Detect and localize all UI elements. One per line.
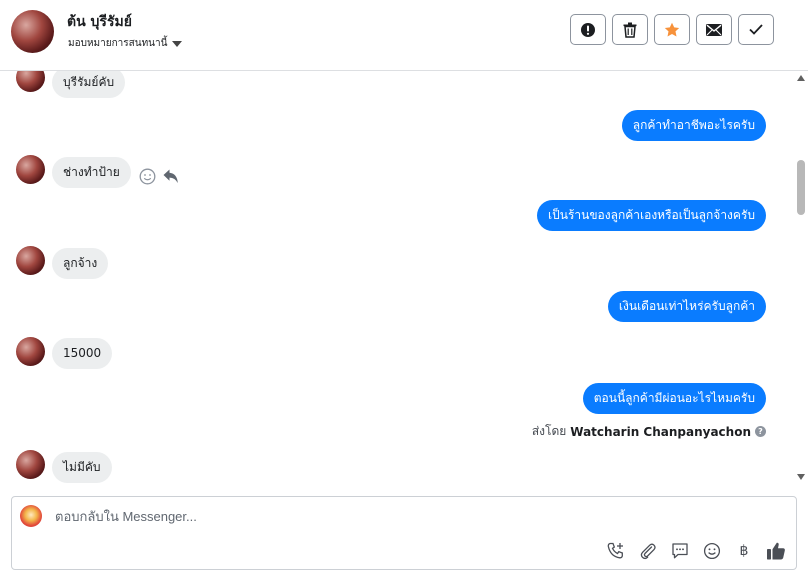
outgoing-message[interactable]: เงินเดือนเท่าไหร่ครับลูกค้า: [607, 291, 766, 322]
incoming-message[interactable]: บุรีรัมย์คับ: [52, 71, 126, 98]
avatar: [16, 450, 45, 479]
star-icon: [664, 22, 680, 36]
emoji-icon[interactable]: [702, 541, 722, 561]
check-icon: [749, 24, 763, 35]
avatar[interactable]: [11, 10, 54, 53]
mark-done-button[interactable]: [738, 14, 774, 45]
action-toolbar: [570, 14, 774, 45]
thumbs-up-icon[interactable]: [766, 541, 786, 561]
page-avatar: [20, 505, 42, 527]
outgoing-message[interactable]: ตอนนี้ลูกค้ามีผ่อนอะไรไหมครับ: [582, 383, 766, 414]
reply-composer: ฿: [11, 496, 797, 570]
mark-spam-button[interactable]: [570, 14, 606, 45]
message-actions: [139, 168, 179, 189]
avatar: [16, 155, 45, 184]
assign-label: มอบหมายการสนทนานี้: [68, 38, 168, 49]
contact-name[interactable]: ต้น บุรีรัมย์: [67, 11, 132, 33]
sent-by-line: ส่งโดย Watcharin Chanpanyachon ?: [532, 422, 766, 441]
incoming-message[interactable]: ช่างทำป้าย: [52, 157, 131, 188]
delete-button[interactable]: [612, 14, 648, 45]
scrollbar[interactable]: [794, 71, 808, 484]
sender-name: Watcharin Chanpanyachon: [570, 424, 751, 439]
exclamation-icon: [581, 22, 595, 37]
scroll-down-icon[interactable]: [797, 474, 805, 480]
avatar: [16, 337, 45, 366]
reply-input[interactable]: [55, 509, 695, 524]
conversation-header: ต้น บุรีรัมย์ มอบหมายการสนทนานี้: [0, 0, 808, 71]
incoming-message[interactable]: ไม่มีคับ: [52, 452, 112, 483]
caret-down-icon: [172, 40, 183, 47]
attachment-icon[interactable]: [638, 541, 658, 561]
mark-unread-button[interactable]: [696, 14, 732, 45]
composer-tools: ฿: [606, 541, 786, 561]
sent-by-prefix: ส่งโดย: [531, 424, 567, 438]
incoming-message[interactable]: ลูกจ้าง: [52, 248, 109, 279]
avatar: [16, 71, 45, 92]
incoming-message[interactable]: 15000: [52, 338, 113, 369]
call-icon[interactable]: [606, 541, 626, 561]
assign-conversation-dropdown[interactable]: มอบหมายการสนทนานี้: [68, 36, 183, 51]
reply-icon[interactable]: [162, 168, 179, 189]
help-icon[interactable]: ?: [755, 426, 766, 437]
star-button[interactable]: [654, 14, 690, 45]
message-thread: บุรีรัมย์คับ ลูกค้าทำอาชีพอะไรครับ ช่างท…: [0, 71, 794, 484]
envelope-icon: [706, 23, 722, 36]
saved-reply-icon[interactable]: [670, 541, 690, 561]
scroll-up-icon[interactable]: [797, 75, 805, 81]
trash-icon: [623, 22, 637, 38]
avatar: [16, 246, 45, 275]
emoji-reaction-icon[interactable]: [139, 168, 156, 189]
scroll-thumb[interactable]: [797, 160, 805, 215]
payment-icon[interactable]: ฿: [734, 541, 754, 561]
outgoing-message[interactable]: ลูกค้าทำอาชีพอะไรครับ: [621, 110, 766, 141]
outgoing-message[interactable]: เป็นร้านของลูกค้าเองหรือเป็นลูกจ้างครับ: [537, 200, 766, 231]
